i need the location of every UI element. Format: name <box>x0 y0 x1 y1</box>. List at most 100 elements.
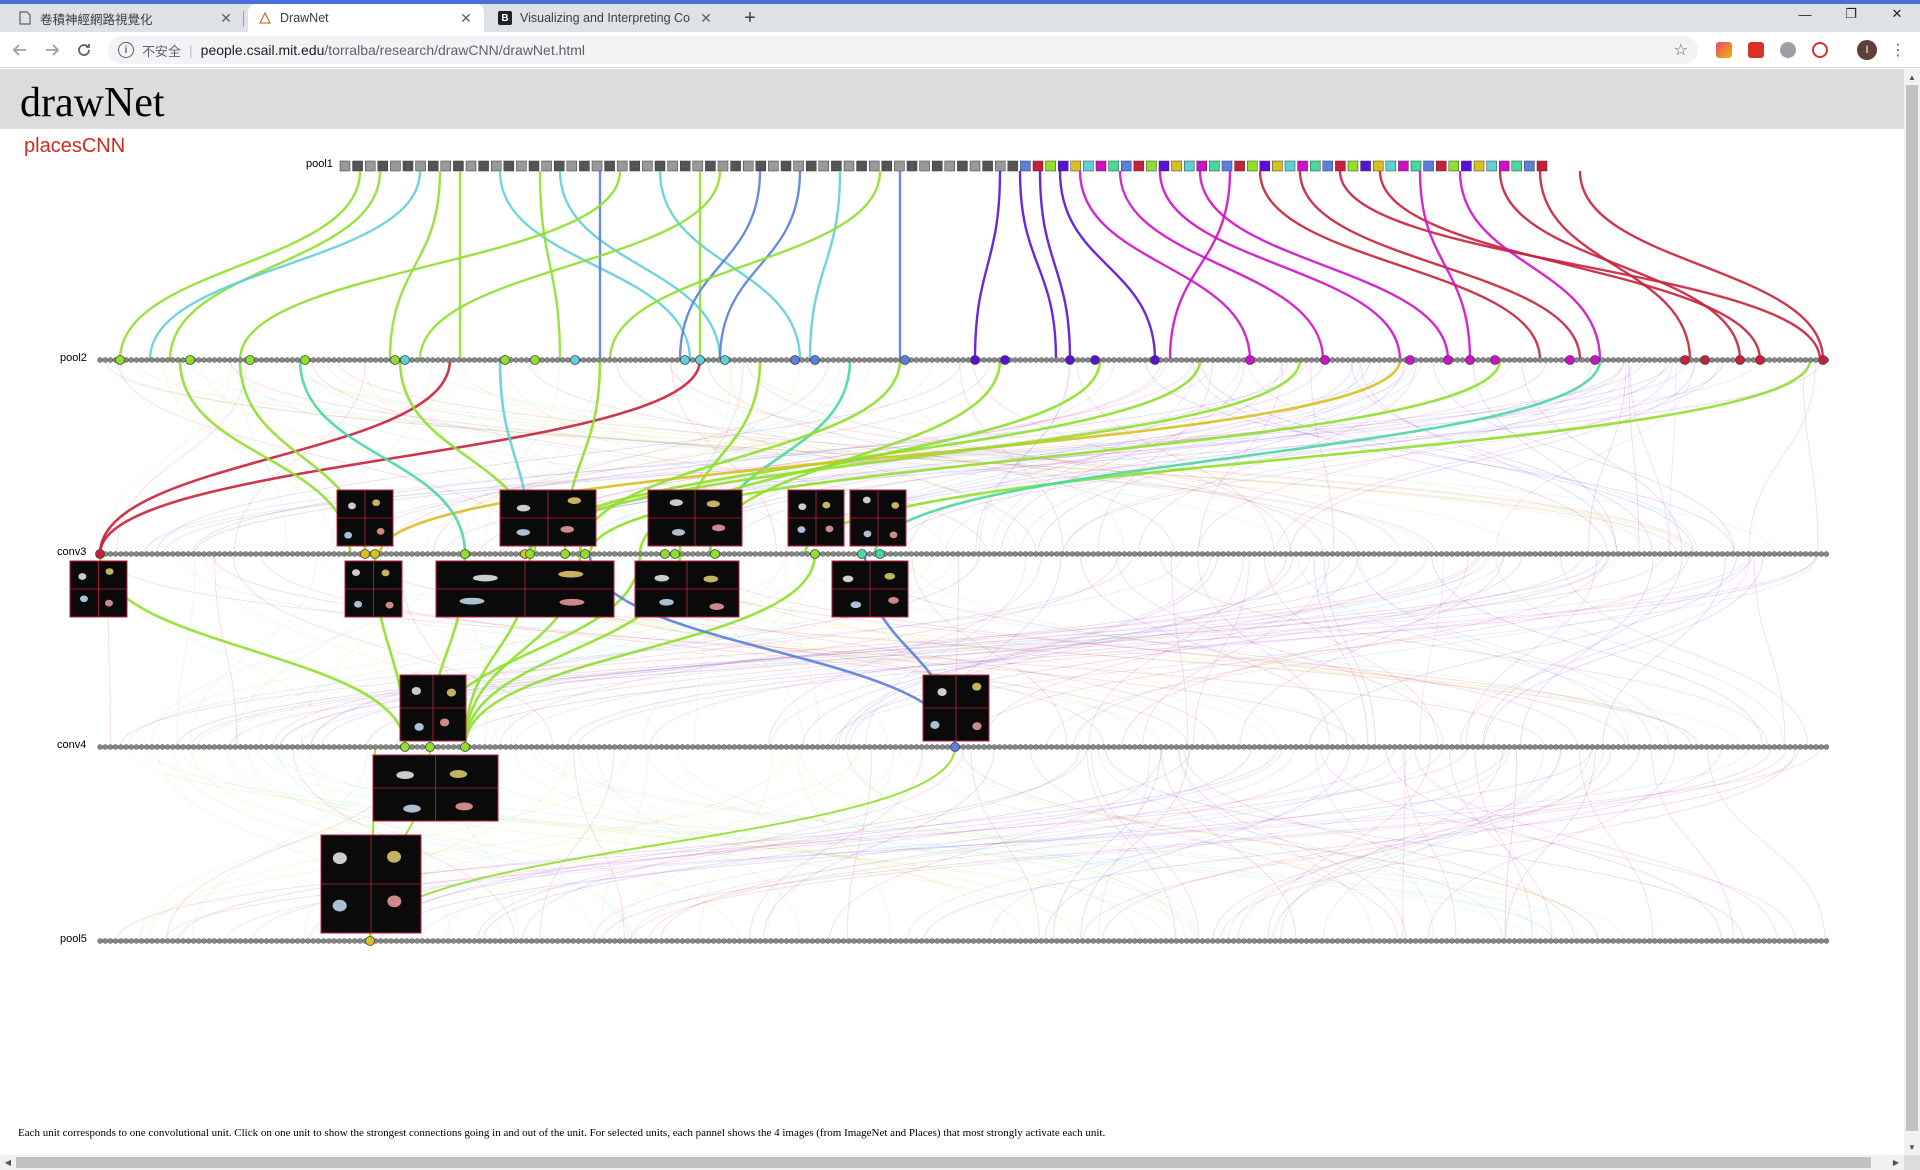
unit-node <box>638 938 644 944</box>
unit-node <box>1797 938 1804 944</box>
unit-node <box>705 938 712 944</box>
unit-node <box>419 744 426 750</box>
scroll-left-icon[interactable]: ◀ <box>0 1155 16 1170</box>
scroll-up-icon[interactable]: ▲ <box>1904 69 1920 85</box>
unit-node <box>1678 938 1684 944</box>
unit-node <box>253 938 259 944</box>
unit-node <box>248 938 254 944</box>
tab-visualizing-interpreting[interactable]: B Visualizing and Interpreting Co ✕ <box>488 4 724 32</box>
unit-node <box>268 357 275 363</box>
unit-node <box>986 551 992 557</box>
extension-icon[interactable] <box>1780 42 1796 58</box>
window-close-button[interactable]: ✕ <box>1874 2 1920 26</box>
unit-node <box>1667 551 1674 557</box>
unit-node <box>632 357 639 363</box>
unit-node <box>1059 357 1065 363</box>
selected-unit <box>300 355 310 365</box>
unit-node <box>606 744 613 750</box>
unit-node <box>1610 744 1616 750</box>
unit-node <box>450 938 457 944</box>
tab-drawnet[interactable]: DrawNet ✕ <box>248 4 484 32</box>
unit-node <box>575 938 582 944</box>
new-tab-button[interactable]: + <box>736 4 764 32</box>
unit-node <box>840 551 847 557</box>
url-path: /torralba/research/drawCNN/drawNet.html <box>324 42 586 58</box>
unit-node <box>981 357 987 363</box>
minimize-button[interactable]: — <box>1782 2 1828 26</box>
bookmark-star-icon[interactable]: ☆ <box>1674 40 1688 60</box>
unit-node <box>518 744 524 750</box>
unit-node <box>1350 551 1356 557</box>
unit-node <box>1012 938 1018 944</box>
back-arrow-icon[interactable] <box>8 38 32 62</box>
close-icon[interactable]: ✕ <box>218 10 234 27</box>
scroll-thumb[interactable] <box>16 1157 1871 1168</box>
unit-node <box>242 744 249 750</box>
vertical-scrollbar[interactable]: ▲ ▼ <box>1904 69 1920 1155</box>
forward-arrow-icon[interactable] <box>40 38 64 62</box>
unit-node <box>1584 938 1590 944</box>
unit-node <box>575 744 582 750</box>
reload-icon[interactable] <box>72 38 96 62</box>
close-icon[interactable]: ✕ <box>698 10 714 27</box>
selected-unit <box>1735 355 1745 365</box>
extension-icon[interactable] <box>1748 42 1764 58</box>
pool1-filter <box>1133 160 1145 172</box>
pool1-filter <box>604 160 615 172</box>
unit-node <box>476 938 483 944</box>
unit-node <box>149 357 155 363</box>
unit-node <box>570 551 576 557</box>
scroll-right-icon[interactable]: ▶ <box>1888 1155 1904 1170</box>
unit-node <box>497 744 504 750</box>
pool1-filter <box>931 160 943 172</box>
unit-node <box>1594 551 1601 557</box>
unit-node <box>237 938 244 944</box>
pool1-filter <box>427 160 439 172</box>
unit-node <box>201 357 207 363</box>
pool1-filter <box>339 160 351 172</box>
unit-node <box>804 551 810 557</box>
unit-node <box>794 551 800 557</box>
unit-node <box>1724 744 1731 750</box>
menu-dots-icon[interactable]: ⋮ <box>1890 40 1906 60</box>
scroll-down-icon[interactable]: ▼ <box>1904 1139 1920 1155</box>
pool1-filter <box>566 160 578 172</box>
unit-node <box>1724 357 1731 363</box>
unit-node <box>1402 938 1408 944</box>
unit-node <box>1184 551 1190 557</box>
info-icon[interactable]: i <box>118 42 134 58</box>
unit-node <box>1537 551 1544 557</box>
activation-image <box>472 574 498 582</box>
pool1-filter <box>1322 160 1334 172</box>
unit-node <box>123 744 129 750</box>
unit-node <box>1558 938 1564 944</box>
close-icon[interactable]: ✕ <box>458 10 474 27</box>
unit-node <box>1527 551 1533 557</box>
unit-node <box>1730 938 1736 944</box>
unit-node <box>1340 938 1346 944</box>
unit-node <box>487 938 493 944</box>
unit-node <box>201 744 207 750</box>
unit-node <box>892 551 899 557</box>
unit-node <box>788 551 795 557</box>
extension-icon[interactable] <box>1812 42 1828 58</box>
address-bar[interactable]: i 不安全 | people.csail.mit.edu /torralba/r… <box>108 36 1698 64</box>
network-diagram[interactable] <box>0 69 1904 1155</box>
unit-node <box>102 744 108 750</box>
restore-button[interactable]: ❐ <box>1828 2 1874 26</box>
selected-unit <box>580 549 590 559</box>
pool1-filter <box>1536 160 1548 172</box>
extension-icon[interactable] <box>1716 42 1732 58</box>
unit-node <box>1714 744 1720 750</box>
avatar[interactable]: I <box>1857 40 1877 60</box>
tab-cnn-visualization[interactable]: 卷積神經網路視覺化 ✕ <box>8 4 244 32</box>
unit-node <box>1782 938 1788 944</box>
unit-node <box>617 938 623 944</box>
unit-node <box>674 938 680 944</box>
unit-node <box>1766 938 1772 944</box>
unit-node <box>1168 551 1174 557</box>
scroll-thumb[interactable] <box>1906 85 1918 1131</box>
unit-node <box>1236 357 1242 363</box>
unit-node <box>1532 551 1538 557</box>
horizontal-scrollbar[interactable]: ◀ ▶ <box>0 1155 1904 1170</box>
